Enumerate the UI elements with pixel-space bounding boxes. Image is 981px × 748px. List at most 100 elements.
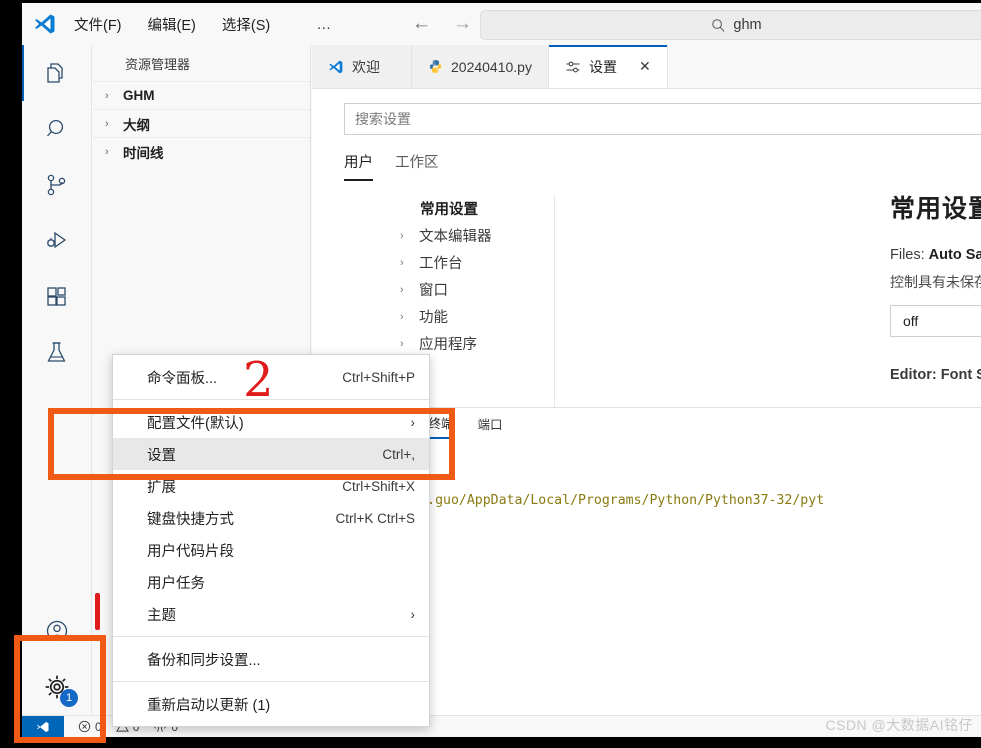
ctx-label: 设置 [147, 447, 176, 464]
ctx-keyboard-shortcuts[interactable]: 键盘快捷方式 Ctrl+K Ctrl+S [113, 502, 429, 534]
tab-python-file[interactable]: 20240410.py [412, 45, 549, 88]
toc-label: 应用程序 [419, 337, 477, 353]
toc-item-application[interactable]: › 应用程序 [380, 330, 554, 357]
ctx-submenu-chevron-icon: › [410, 414, 416, 430]
toc-item-features[interactable]: › 功能 [380, 303, 554, 330]
vscode-logo-icon [32, 11, 58, 37]
chevron-right-icon: › [400, 283, 404, 296]
ctx-label: 用户代码片段 [147, 543, 234, 560]
setting-autosave-dropdown[interactable]: off [890, 305, 981, 337]
error-icon [78, 720, 91, 733]
panel-tab-terminal[interactable]: 终端 [428, 413, 454, 439]
quick-search-bar[interactable]: ghm [480, 10, 981, 40]
activity-bar-bottom: 1 [22, 603, 92, 715]
description-pre: 控制具有未保存更改的编辑器的 [890, 274, 981, 290]
tab-settings[interactable]: 设置 ✕ [548, 45, 668, 88]
setting-key-prefix: Files: [890, 247, 929, 263]
ctx-submenu-chevron-icon: › [410, 606, 416, 622]
menu-bar: 文件(F) 编辑(E) 选择(S) … [72, 12, 332, 37]
activity-explorer[interactable] [22, 45, 92, 101]
ctx-label: 扩展 [147, 479, 176, 496]
ctx-extensions[interactable]: 扩展 Ctrl+Shift+X [113, 470, 429, 502]
toc-label: 常用设置 [420, 202, 478, 218]
activity-extensions[interactable] [22, 269, 92, 325]
tab-close-icon[interactable]: ✕ [639, 58, 651, 75]
manage-context-menu: 命令面板... Ctrl+Shift+P 配置文件(默认) › 设置 Ctrl+… [112, 354, 430, 727]
chevron-right-icon: › [400, 337, 404, 350]
toc-item-text-editor[interactable]: › 文本编辑器 [380, 222, 554, 249]
explorer-title: 资源管理器 [125, 56, 191, 72]
ctx-shortcut: Ctrl+Shift+P [342, 369, 415, 385]
settings-tab-workspace[interactable]: 工作区 [395, 151, 439, 181]
ctx-command-palette[interactable]: 命令面板... Ctrl+Shift+P [113, 361, 429, 393]
toc-item-window[interactable]: › 窗口 [380, 276, 554, 303]
activity-manage[interactable]: 1 [22, 659, 92, 715]
vscode-window: 文件(F) 编辑(E) 选择(S) … ← → ghm 1 资源管理器 › GH… [22, 3, 981, 737]
menu-select[interactable]: 选择(S) [220, 12, 272, 37]
activity-bar: 1 [22, 45, 92, 715]
chevron-right-icon: › [105, 145, 109, 158]
chevron-right-icon: › [400, 256, 404, 269]
sidebar-section-ghm[interactable]: › GHM [93, 81, 310, 109]
toc-label: 文本编辑器 [419, 229, 492, 245]
ctx-user-snippets[interactable]: 用户代码片段 [113, 534, 429, 566]
sidebar-section-label: GHM [123, 88, 155, 103]
ctx-restart-to-update[interactable]: 重新启动以更新 (1) [113, 688, 429, 720]
ctx-separator [113, 636, 429, 637]
settings-search-input[interactable]: 搜索设置 [344, 103, 981, 135]
settings-tab-user[interactable]: 用户 [344, 151, 373, 181]
arrow-left-icon[interactable]: ← [412, 14, 431, 33]
screenshot-root: 文件(F) 编辑(E) 选择(S) … ← → ghm 1 资源管理器 › GH… [0, 0, 981, 748]
toc-item-workbench[interactable]: › 工作台 [380, 249, 554, 276]
tab-welcome[interactable]: 欢迎 [312, 45, 412, 88]
ctx-backup-sync[interactable]: 备份和同步设置... [113, 643, 429, 675]
settings-scope-tabs: 用户 工作区 [344, 151, 439, 181]
activity-testing[interactable] [22, 325, 92, 381]
activity-search[interactable] [22, 101, 92, 157]
status-errors[interactable]: 0 [78, 720, 102, 734]
ctx-label: 重新启动以更新 (1) [147, 697, 271, 714]
setting-key-autosave: Files: Auto Save [890, 247, 981, 263]
panel-tab-ports[interactable]: 端口 [478, 414, 503, 438]
menu-file[interactable]: 文件(F) [72, 12, 124, 37]
annotation-step-one [95, 593, 100, 630]
toc-label: 窗口 [419, 283, 448, 299]
arrow-right-icon[interactable]: → [453, 14, 472, 33]
tab-label: 设置 [588, 58, 617, 75]
menu-overflow-icon[interactable]: … [316, 16, 332, 33]
title-bar: 文件(F) 编辑(E) 选择(S) … ← → ghm [22, 3, 981, 45]
ctx-settings[interactable]: 设置 Ctrl+, [113, 438, 429, 470]
dropdown-value: off [903, 313, 919, 329]
toc-item-commonly-used[interactable]: 常用设置 [380, 195, 554, 222]
toc-label: 功能 [419, 310, 448, 326]
watermark: CSDN @大数据AI铭仔 [825, 717, 973, 733]
settings-section-title: 常用设置 [890, 195, 981, 223]
chevron-right-icon: › [400, 310, 404, 323]
activity-accounts[interactable] [22, 603, 92, 659]
setting-description: 控制具有未保存更改的编辑器的 自动保存。 [890, 272, 981, 292]
vscode-logo-icon [328, 59, 344, 75]
explorer-title-bar: 资源管理器 more-actions-icon [93, 45, 310, 81]
search-icon [711, 18, 726, 33]
ctx-profiles[interactable]: 配置文件(默认) › [113, 406, 429, 438]
settings-sliders-icon [565, 59, 581, 75]
tab-label: 欢迎 [352, 58, 380, 75]
activity-run-debug[interactable] [22, 213, 92, 269]
ctx-theme[interactable]: 主题 › [113, 598, 429, 630]
ctx-label: 备份和同步设置... [147, 652, 261, 669]
remote-window-icon[interactable] [22, 715, 64, 737]
navigation-arrows: ← → [412, 14, 472, 33]
ctx-label: 用户任务 [147, 575, 205, 592]
activity-source-control[interactable] [22, 157, 92, 213]
python-icon [428, 59, 443, 74]
sidebar-section-timeline[interactable]: › 时间线 [93, 137, 310, 165]
tab-label: 20240410.py [451, 58, 532, 75]
ctx-shortcut: Ctrl+, [382, 446, 415, 462]
ctx-shortcut: Ctrl+K Ctrl+S [335, 510, 415, 526]
menu-edit[interactable]: 编辑(E) [146, 12, 198, 37]
toc-label: 工作台 [419, 256, 463, 272]
ctx-shortcut: Ctrl+Shift+X [342, 478, 415, 494]
ctx-user-tasks[interactable]: 用户任务 [113, 566, 429, 598]
sidebar-section-outline[interactable]: › 大纲 [93, 109, 310, 137]
sidebar-section-label: 大纲 [123, 117, 150, 133]
